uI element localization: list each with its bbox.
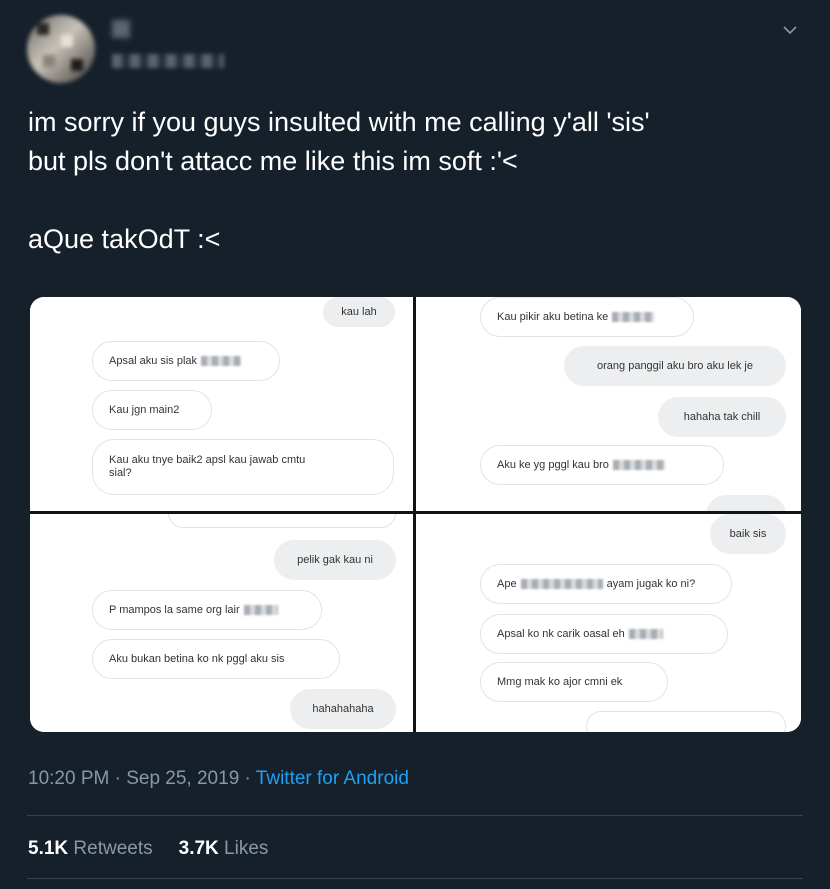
- message-bubble: Aku ke yg pggl kau bro: [480, 445, 724, 485]
- tweet-meta: 10:20 PM · Sep 25, 2019 · Twitter for An…: [28, 768, 409, 790]
- likes-count: 3.7K: [178, 838, 219, 859]
- message-bubble: hahaha tak chill: [658, 397, 786, 437]
- retweets-label: Retweets: [73, 838, 153, 859]
- avatar[interactable]: [27, 15, 95, 83]
- tweet-timestamp[interactable]: 10:20 PM · Sep 25, 2019 ·: [28, 768, 256, 789]
- message-bubble: Apsal aku sis plak: [92, 341, 280, 381]
- divider: [27, 878, 803, 879]
- chevron-down-icon[interactable]: [780, 22, 800, 42]
- message-bubble: Mmg mak ko ajor cmni ek: [480, 662, 668, 702]
- panel-divider: [413, 297, 416, 732]
- handle-blurred[interactable]: [112, 54, 224, 68]
- screenshot-panel-bottom-right: baik sis Ape ayam jugak ko ni? Apsal ko n…: [416, 514, 801, 732]
- message-bubble: kau lah: [323, 297, 395, 327]
- tweet: im sorry if you guys insulted with me ca…: [0, 0, 830, 889]
- retweets-stat[interactable]: 5.1K Retweets: [28, 838, 153, 859]
- message-bubble: Kau pikir aku betina ke: [480, 297, 694, 337]
- divider: [27, 815, 803, 816]
- message-bubble-partial: [168, 514, 396, 528]
- message-bubble: Kau jgn main2: [92, 390, 212, 430]
- message-bubble: Aku bukan betina ko nk pggl aku sis: [92, 639, 340, 679]
- tweet-text: im sorry if you guys insulted with me ca…: [28, 107, 650, 254]
- display-name-blurred[interactable]: [112, 20, 130, 38]
- message-bubble: hahahahaha: [290, 689, 396, 729]
- message-bubble: Ape ayam jugak ko ni?: [480, 564, 732, 604]
- media-image[interactable]: kau lah Apsal aku sis plak Kau jgn main2…: [30, 297, 801, 732]
- retweets-count: 5.1K: [28, 838, 69, 859]
- likes-stat[interactable]: 3.7K Likes: [179, 838, 269, 859]
- message-bubble: Apsal ko nk carik oasal eh: [480, 614, 728, 654]
- message-bubble: P mampos la same org lair: [92, 590, 322, 630]
- message-bubble-partial: [586, 711, 786, 732]
- panel-divider: [30, 511, 801, 514]
- screenshot-panel-top-left: kau lah Apsal aku sis plak Kau jgn main2…: [30, 297, 413, 511]
- message-bubble: baik sis: [710, 514, 786, 554]
- message-bubble: orang panggil aku bro aku lek je: [564, 346, 786, 386]
- screenshot-panel-top-right: Kau pikir aku betina ke orang panggil ak…: [416, 297, 801, 511]
- likes-label: Likes: [224, 838, 269, 859]
- message-bubble: pelik gak kau ni: [274, 540, 396, 580]
- tweet-source-link[interactable]: Twitter for Android: [256, 768, 409, 789]
- message-bubble: Kau aku tnye baik2 apsl kau jawab cmtu s…: [92, 439, 394, 495]
- message-bubble-partial: [706, 495, 786, 511]
- tweet-stats: 5.1K Retweets 3.7K Likes: [28, 838, 268, 860]
- screenshot-panel-bottom-left: pelik gak kau ni P mampos la same org la…: [30, 514, 413, 732]
